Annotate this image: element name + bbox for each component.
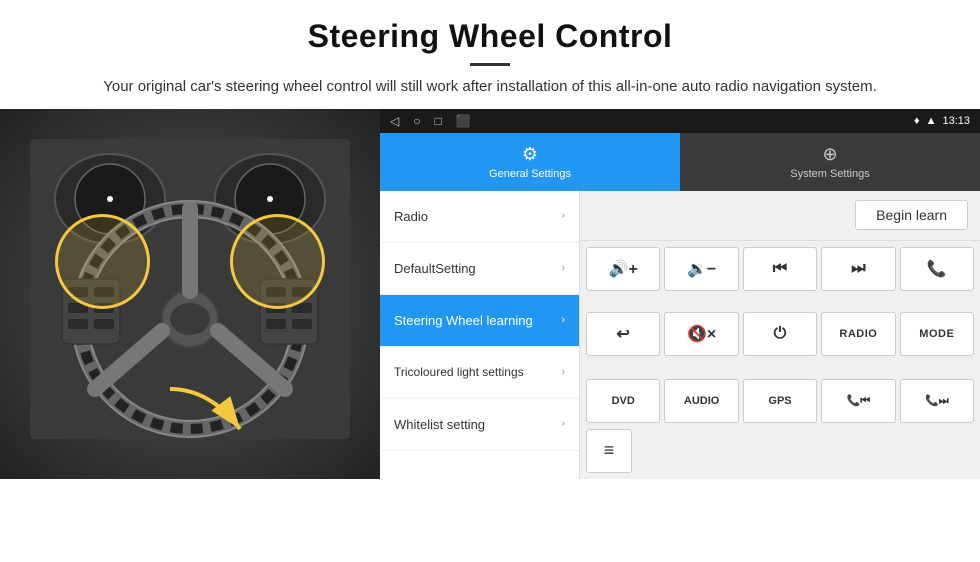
dvd-label: DVD	[612, 395, 635, 407]
tel-next-button[interactable]: 📞⏭	[900, 379, 974, 423]
right-panel: Begin learn 🔊+ 🔉− ⏮	[580, 191, 980, 479]
tab-system-settings[interactable]: ⊕ System Settings	[680, 133, 980, 191]
header-description: Your original car's steering wheel contr…	[40, 76, 940, 99]
tel-next-icon: 📞⏭	[925, 394, 949, 408]
bottom-row: DVD AUDIO GPS 📞⏮ 📞⏭	[580, 379, 980, 429]
button-grid: 🔊+ 🔉− ⏮ ⏭ 📞	[580, 241, 980, 379]
power-icon: ⏻	[774, 325, 787, 343]
highlight-circle-left	[55, 214, 150, 309]
chevron-icon: ›	[561, 210, 565, 222]
hang-up-icon: ↩	[616, 324, 629, 344]
tab-general-label: General Settings	[489, 168, 571, 180]
radio-label: RADIO	[839, 328, 877, 340]
top-tabs: ⚙ General Settings ⊕ System Settings	[380, 133, 980, 191]
menu-item-whitelist-label: Whitelist setting	[394, 417, 485, 432]
chevron-icon: ›	[561, 366, 565, 378]
mode-button[interactable]: MODE	[900, 312, 974, 356]
begin-learn-row: Begin learn	[580, 191, 980, 241]
general-settings-icon: ⚙	[522, 144, 538, 165]
vol-down-button[interactable]: 🔉−	[664, 247, 738, 291]
home-nav-icon[interactable]: ○	[413, 114, 420, 128]
title-divider	[470, 63, 510, 66]
chevron-icon-active: ›	[561, 314, 565, 326]
menu-item-steering[interactable]: Steering Wheel learning ›	[380, 295, 579, 347]
status-bar-right: ♦ ▲ 13:13	[914, 115, 970, 127]
dvd-button[interactable]: DVD	[586, 379, 660, 423]
hang-up-button[interactable]: ↩	[586, 312, 660, 356]
header-section: Steering Wheel Control Your original car…	[0, 0, 980, 109]
system-settings-icon: ⊕	[822, 144, 837, 165]
car-background	[0, 109, 380, 479]
special-row: ≡	[580, 429, 980, 479]
signal-icon: ▲	[926, 115, 937, 127]
page-title: Steering Wheel Control	[40, 18, 940, 55]
nav-icons: ◁ ○ □ ⬛	[390, 114, 471, 128]
menu-item-whitelist[interactable]: Whitelist setting ›	[380, 399, 579, 451]
prev-track-icon: ⏮	[773, 260, 787, 278]
phone-icon: 📞	[927, 259, 947, 279]
arrow-indicator	[160, 379, 260, 449]
next-track-icon: ⏭	[851, 260, 865, 278]
chevron-icon: ›	[561, 418, 565, 430]
menu-item-steering-label: Steering Wheel learning	[394, 313, 533, 328]
menu-item-default-label: DefaultSetting	[394, 261, 476, 276]
menu-nav-icon[interactable]: ⬛	[456, 114, 471, 128]
tel-prev-icon: 📞⏮	[847, 394, 871, 408]
mode-label: MODE	[919, 328, 954, 340]
special-button[interactable]: ≡	[586, 429, 632, 473]
gps-label: GPS	[768, 395, 791, 407]
status-bar: ◁ ○ □ ⬛ ♦ ▲ 13:13	[380, 109, 980, 133]
recents-nav-icon[interactable]: □	[434, 114, 441, 128]
radio-button[interactable]: RADIO	[821, 312, 895, 356]
mute-icon: 🔇×	[687, 324, 716, 344]
vol-up-icon: 🔊+	[609, 259, 638, 279]
begin-learn-button[interactable]: Begin learn	[855, 200, 968, 230]
android-ui: ◁ ○ □ ⬛ ♦ ▲ 13:13 ⚙ General Settings	[380, 109, 980, 479]
prev-track-button[interactable]: ⏮	[743, 247, 817, 291]
audio-label: AUDIO	[684, 395, 719, 407]
menu-item-default[interactable]: DefaultSetting ›	[380, 243, 579, 295]
next-track-button[interactable]: ⏭	[821, 247, 895, 291]
tel-prev-button[interactable]: 📞⏮	[821, 379, 895, 423]
location-icon: ♦	[914, 115, 920, 127]
menu-item-tricoloured[interactable]: Tricoloured light settings ›	[380, 347, 579, 399]
left-menu: Radio › DefaultSetting › Steering Wheel …	[380, 191, 580, 479]
page-container: Steering Wheel Control Your original car…	[0, 0, 980, 479]
menu-item-tricoloured-label: Tricoloured light settings	[394, 365, 524, 379]
menu-item-radio[interactable]: Radio ›	[380, 191, 579, 243]
tab-general-settings[interactable]: ⚙ General Settings	[380, 133, 680, 191]
main-content: ◁ ○ □ ⬛ ♦ ▲ 13:13 ⚙ General Settings	[0, 109, 980, 479]
audio-button[interactable]: AUDIO	[664, 379, 738, 423]
special-icon: ≡	[604, 440, 615, 461]
menu-item-radio-label: Radio	[394, 209, 428, 224]
content-area: Radio › DefaultSetting › Steering Wheel …	[380, 191, 980, 479]
power-button[interactable]: ⏻	[743, 312, 817, 356]
mute-button[interactable]: 🔇×	[664, 312, 738, 356]
car-image-area	[0, 109, 380, 479]
vol-down-icon: 🔉−	[687, 259, 716, 279]
back-nav-icon[interactable]: ◁	[390, 114, 399, 128]
highlight-circle-right	[230, 214, 325, 309]
tab-system-label: System Settings	[790, 168, 869, 180]
vol-up-button[interactable]: 🔊+	[586, 247, 660, 291]
chevron-icon: ›	[561, 262, 565, 274]
status-time: 13:13	[942, 115, 970, 127]
gps-button[interactable]: GPS	[743, 379, 817, 423]
phone-button[interactable]: 📞	[900, 247, 974, 291]
